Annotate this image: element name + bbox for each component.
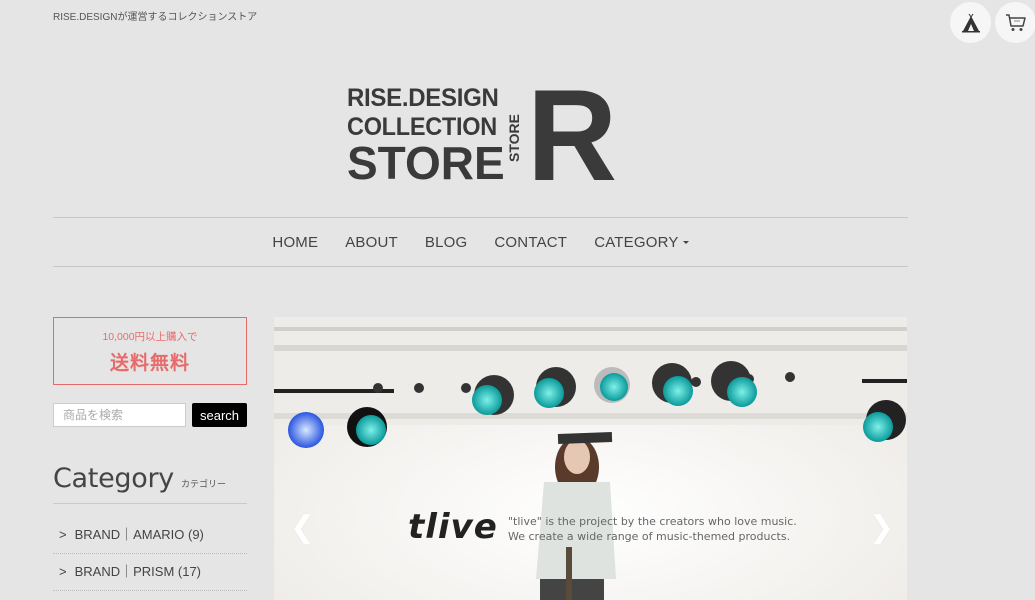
caret-down-icon — [682, 241, 689, 245]
logo-letter: R — [527, 62, 618, 208]
main-nav: HOME ABOUT BLOG CONTACT CATEGORY — [53, 217, 908, 267]
slide-copy-line-2: We create a wide range of music-themed p… — [508, 530, 791, 543]
category-list: > BRAND｜AMARIO (9) > BRAND｜PRISM (17) — [53, 517, 247, 591]
search-button[interactable]: search — [192, 403, 247, 427]
logo-line-1: RISE.DESIGN — [347, 84, 499, 112]
chevron-right-icon: > — [59, 564, 67, 579]
nav-category-label: CATEGORY — [594, 233, 679, 251]
category-divider — [53, 503, 247, 504]
slide-copy-line-1: "tlive" is the project by the creators w… — [508, 515, 797, 528]
chevron-right-icon: > — [59, 527, 67, 542]
home-tent-button[interactable] — [950, 2, 991, 43]
slider-prev-button[interactable]: ❮ — [290, 510, 315, 545]
logo-line-3: STORE — [347, 137, 505, 189]
store-tagline: RISE.DESIGNが運営するコレクションストア — [53, 12, 258, 23]
nav-home[interactable]: HOME — [272, 234, 318, 251]
nav-blog[interactable]: BLOG — [425, 234, 467, 251]
product-search-input[interactable] — [53, 403, 186, 427]
slider-next-button[interactable]: ❯ — [869, 510, 894, 545]
category-item-label: BRAND｜AMARIO (9) — [74, 527, 204, 542]
free-shipping-banner: 10,000円以上購入で 送料無料 — [53, 317, 247, 385]
logo-vertical-text: STORE — [506, 114, 522, 162]
nav-about[interactable]: ABOUT — [345, 234, 398, 251]
slide-copy: "tlive" is the project by the creators w… — [508, 514, 797, 544]
category-item-label: BRAND｜PRISM (17) — [74, 564, 202, 579]
category-item-prism[interactable]: > BRAND｜PRISM (17) — [53, 554, 247, 591]
nav-contact[interactable]: CONTACT — [494, 234, 567, 251]
category-heading: Category — [53, 463, 174, 494]
shipping-headline: 送料無料 — [109, 353, 190, 374]
slide-brand-logo: tlive — [408, 507, 498, 547]
category-subheading: カテゴリー — [181, 479, 227, 489]
tent-icon — [961, 13, 980, 32]
cart-button[interactable] — [995, 2, 1035, 43]
hero-slide-image — [274, 317, 907, 600]
shipping-condition: 10,000円以上購入で — [102, 331, 198, 343]
category-item-amario[interactable]: > BRAND｜AMARIO (9) — [53, 517, 247, 554]
store-logo[interactable]: RISE.DESIGN COLLECTION STORE STORE R — [347, 70, 617, 200]
nav-category[interactable]: CATEGORY — [594, 233, 689, 251]
cart-icon — [1005, 13, 1026, 31]
hero-slider[interactable] — [274, 317, 907, 600]
